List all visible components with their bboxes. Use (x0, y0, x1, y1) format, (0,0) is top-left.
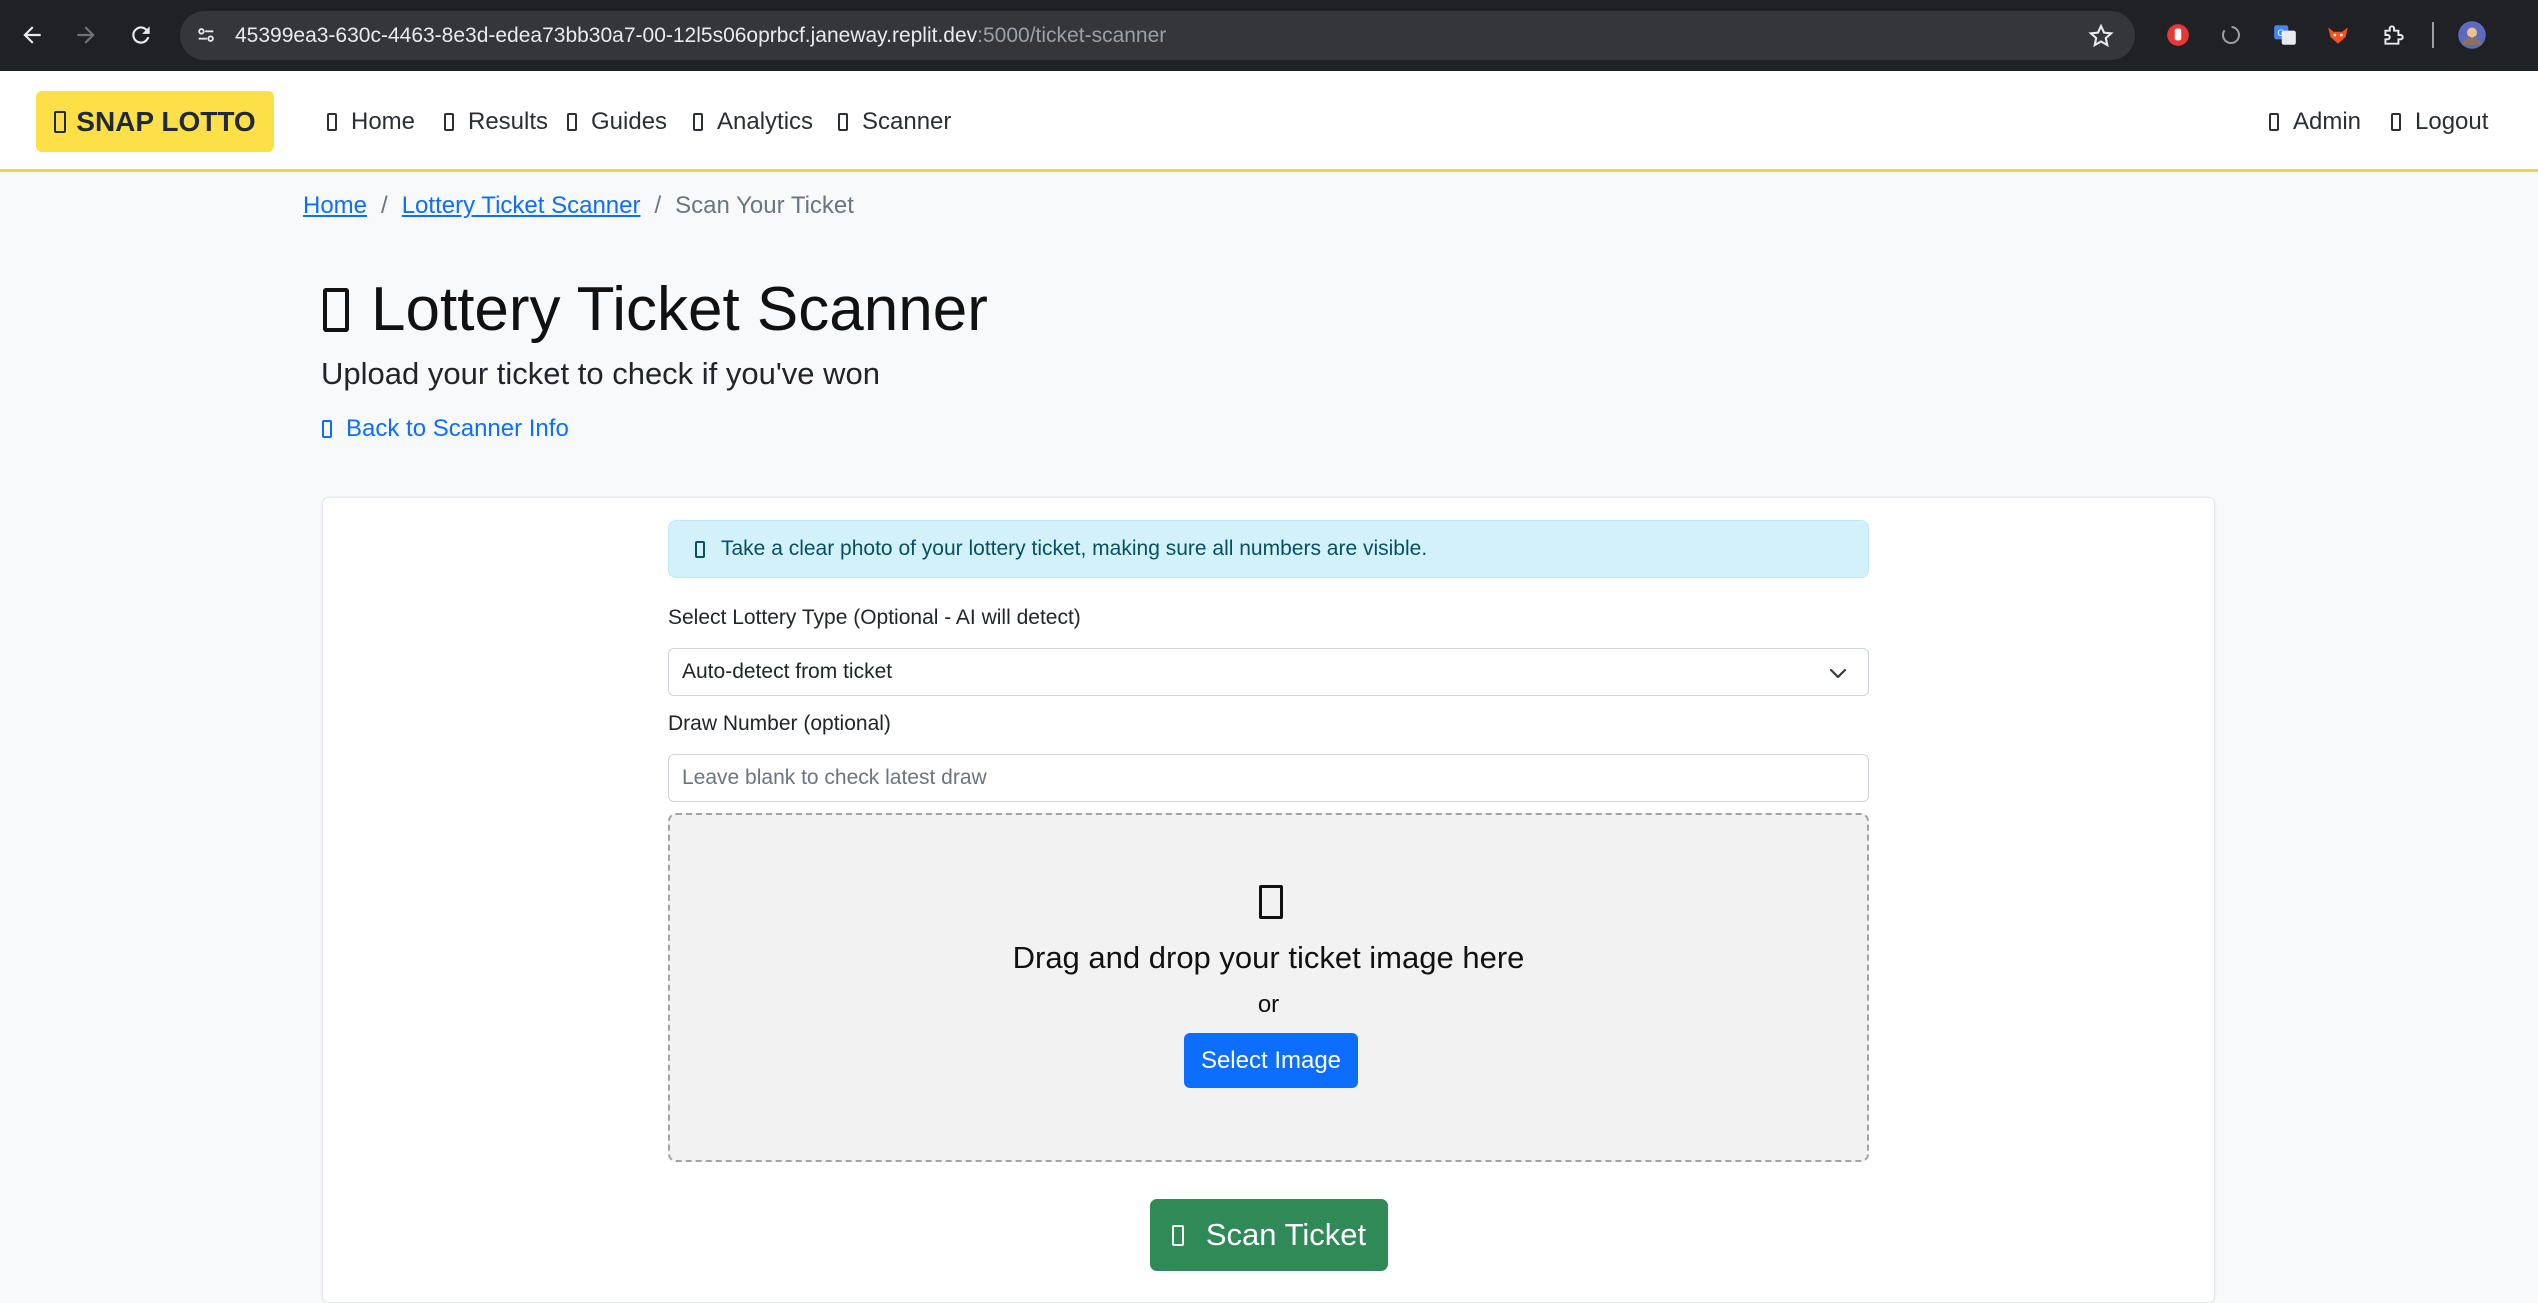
home-icon (327, 113, 337, 131)
site-settings-icon[interactable] (192, 21, 220, 49)
breadcrumb: Home / Lottery Ticket Scanner / Scan You… (303, 190, 854, 222)
draw-number-label: Draw Number (optional) (668, 712, 891, 735)
analytics-icon (693, 113, 703, 131)
breadcrumb-home-link[interactable]: Home (303, 190, 367, 222)
info-icon (695, 540, 705, 558)
back-to-scanner-info-link[interactable]: Back to Scanner Info (322, 415, 569, 443)
forward-arrow-icon[interactable] (68, 17, 104, 53)
select-image-button[interactable]: Select Image (1184, 1033, 1358, 1088)
dropzone-text: Drag and drop your ticket image here (1012, 940, 1525, 975)
brand-text: SNAP LOTTO (76, 105, 256, 137)
arrow-left-icon (322, 420, 332, 438)
ticket-icon (323, 288, 349, 332)
site-navbar: SNAP LOTTO Home Results Guides Analytics… (0, 71, 2538, 172)
lottery-type-selected-value: Auto-detect from ticket (682, 660, 893, 683)
nav-scanner[interactable]: Scanner (838, 104, 951, 140)
reload-icon[interactable] (123, 17, 159, 53)
logout-icon (2391, 113, 2401, 131)
scan-ticket-button[interactable]: Scan Ticket (1150, 1199, 1388, 1271)
back-link-label: Back to Scanner Info (346, 415, 569, 442)
page-title: Lottery Ticket Scanner (323, 270, 988, 350)
page-title-text: Lottery Ticket Scanner (371, 275, 988, 344)
nav-guides-label: Guides (591, 108, 668, 135)
guides-icon (567, 113, 577, 131)
scan-icon (1171, 1224, 1184, 1246)
brand-icon (54, 110, 67, 133)
admin-icon (2269, 113, 2279, 131)
url-text: 45399ea3-630c-4463-8e3d-edea73bb30a7-00-… (235, 24, 1167, 47)
browser-toolbar: 45399ea3-630c-4463-8e3d-edea73bb30a7-00-… (0, 0, 2538, 71)
scan-ticket-label: Scan Ticket (1205, 1217, 1367, 1252)
extension-translate-icon[interactable]: G (2270, 20, 2300, 50)
draw-number-input[interactable] (668, 754, 1869, 802)
bookmark-star-icon[interactable] (2087, 22, 2115, 50)
breadcrumb-separator: / (654, 192, 662, 219)
nav-guides[interactable]: Guides (567, 104, 667, 140)
nav-logout-label: Logout (2415, 108, 2489, 135)
toolbar-divider (2432, 22, 2434, 48)
nav-admin-label: Admin (2293, 108, 2362, 135)
ticket-dropzone[interactable]: Drag and drop your ticket image here or … (668, 813, 1869, 1162)
nav-home[interactable]: Home (327, 104, 415, 140)
nav-results[interactable]: Results (444, 104, 548, 140)
nav-admin[interactable]: Admin (2269, 104, 2361, 140)
extension-fox-icon[interactable] (2323, 20, 2353, 50)
lottery-type-label: Select Lottery Type (Optional - AI will … (668, 606, 1081, 629)
info-alert: Take a clear photo of your lottery ticke… (668, 520, 1869, 578)
address-bar[interactable]: 45399ea3-630c-4463-8e3d-edea73bb30a7-00-… (180, 11, 2135, 60)
breadcrumb-scanner-link[interactable]: Lottery Ticket Scanner (402, 190, 641, 222)
brand-logo[interactable]: SNAP LOTTO (36, 91, 274, 152)
nav-logout[interactable]: Logout (2391, 104, 2488, 140)
svg-text:G: G (2277, 29, 2284, 39)
breadcrumb-separator: / (381, 192, 388, 219)
scanner-icon (838, 113, 848, 131)
extension-red-hand-icon[interactable] (2163, 20, 2193, 50)
results-icon (444, 113, 454, 131)
nav-home-label: Home (351, 108, 416, 135)
camera-icon (1259, 885, 1283, 919)
dropzone-or: or (1257, 991, 1280, 1018)
nav-scanner-label: Scanner (862, 108, 952, 135)
nav-results-label: Results (468, 108, 549, 135)
chevron-down-icon (1829, 668, 1847, 679)
lottery-type-select[interactable]: Auto-detect from ticket (668, 648, 1869, 696)
back-arrow-icon[interactable] (14, 17, 50, 53)
breadcrumb-current: Scan Your Ticket (675, 192, 854, 219)
extension-circle-icon[interactable] (2216, 20, 2246, 50)
profile-avatar[interactable] (2457, 20, 2487, 50)
nav-analytics[interactable]: Analytics (693, 104, 813, 140)
extensions-puzzle-icon[interactable] (2378, 20, 2408, 50)
nav-analytics-label: Analytics (717, 108, 814, 135)
page-subtitle: Upload your ticket to check if you've wo… (321, 356, 881, 391)
info-alert-text: Take a clear photo of your lottery ticke… (721, 537, 1428, 560)
